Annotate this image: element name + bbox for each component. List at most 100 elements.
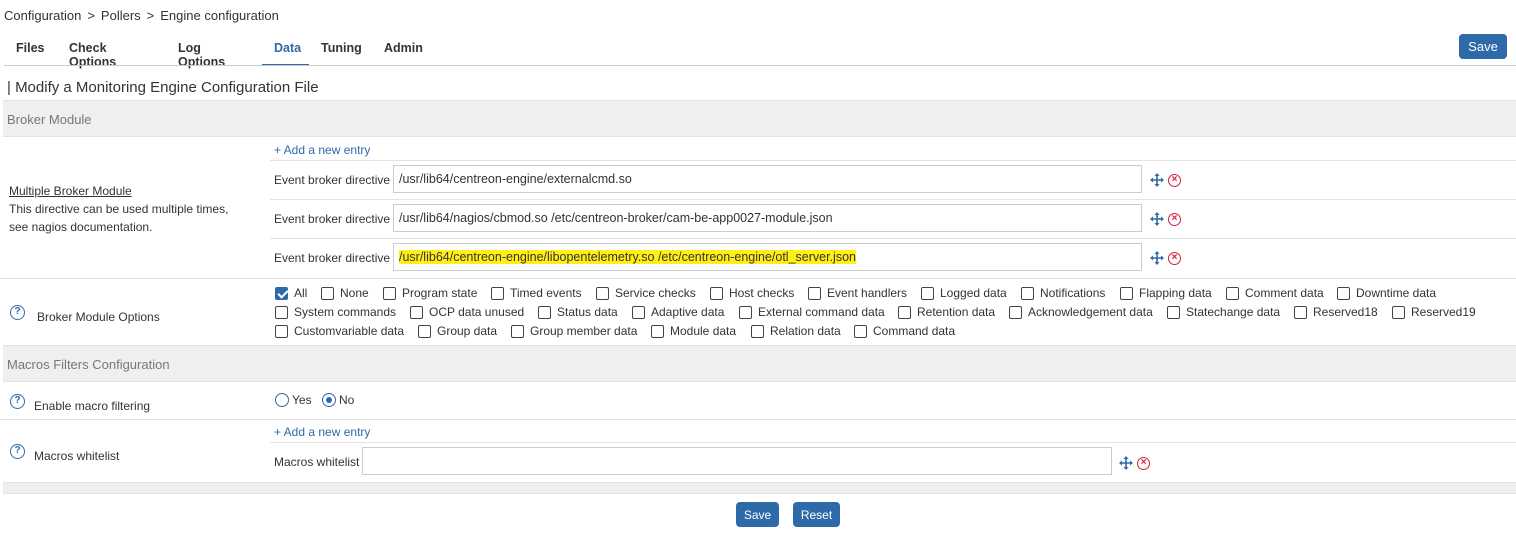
option-label: Adaptive data [651,305,725,319]
save-button[interactable]: Save [736,502,779,527]
checkbox[interactable] [418,324,431,338]
option-event-handlers[interactable]: Event handlers [808,286,907,300]
help-icon[interactable]: ? [10,444,25,459]
remove-icon[interactable]: × [1168,252,1181,265]
divider [270,160,1516,161]
help-icon[interactable]: ? [10,305,25,320]
checkbox[interactable] [651,324,664,338]
checkbox[interactable] [1392,305,1405,319]
tab-admin[interactable]: Admin [372,38,432,66]
option-host-checks[interactable]: Host checks [710,286,794,300]
checkbox[interactable] [321,286,334,300]
checkbox[interactable] [275,286,288,300]
remove-icon[interactable]: × [1168,213,1181,226]
add-broker-entry-link[interactable]: + Add a new entry [274,143,370,157]
option-system-commands[interactable]: System commands [275,305,396,319]
checkbox[interactable] [710,286,723,300]
option-group-data[interactable]: Group data [418,324,497,338]
event-broker-directive-input[interactable]: /usr/lib64/nagios/cbmod.so /etc/centreon… [393,204,1142,232]
radio-circle[interactable] [322,393,336,407]
checkbox[interactable] [1337,286,1350,300]
option-comment-data[interactable]: Comment data [1226,286,1324,300]
breadcrumb-separator: > [146,8,155,23]
option-label: Command data [873,324,956,338]
checkbox[interactable] [1294,305,1307,319]
checkbox[interactable] [632,305,645,319]
option-external-command-data[interactable]: External command data [739,305,885,319]
checkbox[interactable] [739,305,752,319]
option-group-member-data[interactable]: Group member data [511,324,637,338]
option-none[interactable]: None [321,286,369,300]
move-icon[interactable] [1119,456,1133,470]
divider [270,238,1516,239]
option-reserved19[interactable]: Reserved19 [1392,305,1476,319]
option-acknowledgement-data[interactable]: Acknowledgement data [1009,305,1153,319]
option-service-checks[interactable]: Service checks [596,286,696,300]
checkbox[interactable] [1167,305,1180,319]
checkbox[interactable] [1120,286,1133,300]
tab-files[interactable]: Files [4,38,57,66]
checkbox[interactable] [383,286,396,300]
checkbox[interactable] [1009,305,1022,319]
save-button-top[interactable]: Save [1459,34,1507,59]
option-notifications[interactable]: Notifications [1021,286,1105,300]
checkbox[interactable] [275,305,288,319]
checkbox[interactable] [921,286,934,300]
radio-circle[interactable] [275,393,289,407]
option-status-data[interactable]: Status data [538,305,618,319]
move-icon[interactable] [1150,212,1164,226]
tab-data[interactable]: Data [262,38,309,66]
remove-icon[interactable]: × [1168,174,1181,187]
checkbox[interactable] [511,324,524,338]
option-logged-data[interactable]: Logged data [921,286,1007,300]
remove-icon[interactable]: × [1137,457,1150,470]
option-reserved18[interactable]: Reserved18 [1294,305,1378,319]
tab-bar: Files Check Options Log Options Data Tun… [4,38,432,69]
event-broker-directive-label: Event broker directive [274,251,391,265]
tab-check-options[interactable]: Check Options [57,38,166,69]
option-all[interactable]: All [275,286,307,300]
checkbox[interactable] [808,286,821,300]
option-ocp-data-unused[interactable]: OCP data unused [410,305,524,319]
option-timed-events[interactable]: Timed events [491,286,582,300]
option-label: External command data [758,305,885,319]
breadcrumb-item-configuration[interactable]: Configuration [4,8,81,23]
option-statechange-data[interactable]: Statechange data [1167,305,1280,319]
option-program-state[interactable]: Program state [383,286,477,300]
checkbox[interactable] [898,305,911,319]
tabs-divider [4,65,1516,66]
checkbox[interactable] [751,324,764,338]
option-downtime-data[interactable]: Downtime data [1337,286,1436,300]
breadcrumb-item-pollers[interactable]: Pollers [101,8,141,23]
checkbox[interactable] [1226,286,1239,300]
option-module-data[interactable]: Module data [651,324,736,338]
macros-whitelist-input[interactable] [362,447,1112,475]
checkbox[interactable] [538,305,551,319]
checkbox[interactable] [491,286,504,300]
checkbox[interactable] [596,286,609,300]
move-icon[interactable] [1150,173,1164,187]
breadcrumb-item-engine-configuration[interactable]: Engine configuration [160,8,279,23]
footer-band [3,482,1516,494]
option-relation-data[interactable]: Relation data [751,324,841,338]
help-icon[interactable]: ? [10,394,25,409]
event-broker-directive-input[interactable]: /usr/lib64/centreon-engine/externalcmd.s… [393,165,1142,193]
add-macro-entry-link[interactable]: + Add a new entry [274,425,370,439]
option-command-data[interactable]: Command data [854,324,955,338]
option-adaptive-data[interactable]: Adaptive data [632,305,724,319]
checkbox[interactable] [275,324,288,338]
move-icon[interactable] [1150,251,1164,265]
option-retention-data[interactable]: Retention data [898,305,995,319]
checkbox[interactable] [1021,286,1034,300]
tab-log-options[interactable]: Log Options [166,38,262,69]
macro-filtering-yes-radio[interactable]: Yes [275,393,312,407]
option-label: Comment data [1245,286,1324,300]
tab-tuning[interactable]: Tuning [309,38,372,66]
checkbox[interactable] [410,305,423,319]
checkbox[interactable] [854,324,867,338]
event-broker-directive-input[interactable]: /usr/lib64/centreon-engine/libopenteleme… [393,243,1142,271]
option-customvariable-data[interactable]: Customvariable data [275,324,404,338]
reset-button[interactable]: Reset [793,502,840,527]
macro-filtering-no-radio[interactable]: No [322,393,354,407]
option-flapping-data[interactable]: Flapping data [1120,286,1212,300]
